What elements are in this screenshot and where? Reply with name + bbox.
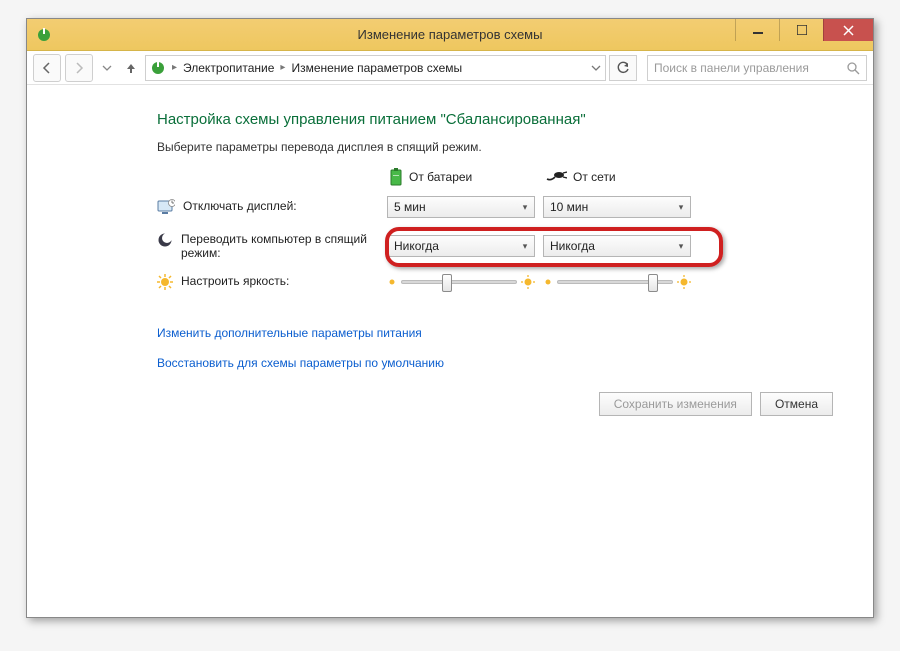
breadcrumb-separator: ▸ bbox=[280, 62, 285, 73]
chevron-down-icon[interactable] bbox=[591, 63, 601, 73]
slider-track[interactable] bbox=[557, 280, 673, 284]
chevron-down-icon: ▾ bbox=[672, 197, 690, 217]
save-button[interactable]: Сохранить изменения bbox=[599, 392, 752, 416]
power-icon bbox=[150, 60, 166, 76]
breadcrumb-2[interactable]: Изменение параметров схемы bbox=[291, 61, 462, 75]
breadcrumb-separator: ▸ bbox=[172, 62, 177, 73]
sleep-battery-value: Никогда bbox=[394, 239, 439, 253]
row-display-off-label: Отключать дисплей: bbox=[183, 199, 297, 213]
display-off-mains-value: 10 мин bbox=[550, 200, 588, 214]
sleep-mains-select[interactable]: Никогда ▾ bbox=[543, 235, 691, 257]
sun-big-icon bbox=[677, 275, 691, 289]
brightness-mains-slider[interactable] bbox=[543, 275, 691, 289]
cancel-button[interactable]: Отмена bbox=[760, 392, 833, 416]
maximize-button[interactable] bbox=[779, 19, 823, 41]
close-button[interactable] bbox=[823, 19, 873, 41]
link-restore-defaults[interactable]: Восстановить для схемы параметры по умол… bbox=[157, 356, 853, 370]
search-box[interactable] bbox=[647, 55, 867, 81]
breadcrumb-1[interactable]: Электропитание bbox=[183, 61, 274, 75]
sun-small-icon bbox=[543, 277, 553, 287]
search-icon bbox=[846, 61, 860, 75]
refresh-button[interactable] bbox=[609, 55, 637, 81]
column-mains: От сети bbox=[543, 170, 699, 184]
button-row: Сохранить изменения Отмена bbox=[157, 392, 853, 416]
sleep-battery-select[interactable]: Никогда ▾ bbox=[387, 235, 535, 257]
row-brightness-label: Настроить яркость: bbox=[181, 274, 289, 288]
slider-track[interactable] bbox=[401, 280, 517, 284]
page-subheading: Выберите параметры перевода дисплея в сп… bbox=[157, 140, 853, 154]
brightness-battery-slider[interactable] bbox=[387, 275, 535, 289]
titlebar[interactable]: Изменение параметров схемы bbox=[27, 19, 873, 51]
slider-thumb[interactable] bbox=[442, 274, 452, 292]
window: Изменение параметров схемы ▸ Электропита… bbox=[26, 18, 874, 618]
link-advanced-settings[interactable]: Изменить дополнительные параметры питани… bbox=[157, 326, 853, 340]
sleep-mains-value: Никогда bbox=[550, 239, 595, 253]
sun-icon bbox=[157, 274, 173, 290]
row-sleep: Переводить компьютер в спящий режим: Ник… bbox=[157, 232, 853, 260]
row-sleep-label: Переводить компьютер в спящий режим: bbox=[181, 232, 371, 260]
content-area: Настройка схемы управления питанием "Сба… bbox=[27, 85, 873, 416]
address-bar[interactable]: ▸ Электропитание ▸ Изменение параметров … bbox=[145, 55, 606, 81]
chevron-down-icon: ▾ bbox=[516, 197, 534, 217]
app-icon bbox=[35, 26, 53, 44]
plug-icon bbox=[545, 170, 567, 184]
row-display-off: Отключать дисплей: 5 мин ▾ 10 мин ▾ bbox=[157, 196, 853, 218]
links: Изменить дополнительные параметры питани… bbox=[157, 326, 853, 370]
display-off-battery-value: 5 мин bbox=[394, 200, 426, 214]
column-headers: От батареи От сети bbox=[157, 168, 853, 186]
sun-big-icon bbox=[521, 275, 535, 289]
navbar: ▸ Электропитание ▸ Изменение параметров … bbox=[27, 51, 873, 85]
slider-thumb[interactable] bbox=[648, 274, 658, 292]
chevron-down-icon: ▾ bbox=[672, 236, 690, 256]
chevron-down-icon: ▾ bbox=[516, 236, 534, 256]
search-input[interactable] bbox=[654, 61, 846, 75]
column-battery: От батареи bbox=[387, 168, 543, 186]
monitor-icon bbox=[157, 199, 175, 215]
forward-button[interactable] bbox=[65, 54, 93, 82]
page-heading: Настройка схемы управления питанием "Сба… bbox=[157, 111, 853, 128]
display-off-mains-select[interactable]: 10 мин ▾ bbox=[543, 196, 691, 218]
moon-icon bbox=[157, 232, 173, 248]
minimize-button[interactable] bbox=[735, 19, 779, 41]
up-button[interactable] bbox=[121, 54, 141, 82]
battery-icon bbox=[389, 168, 403, 186]
recent-dropdown[interactable] bbox=[97, 54, 117, 82]
column-battery-label: От батареи bbox=[409, 170, 472, 184]
back-button[interactable] bbox=[33, 54, 61, 82]
display-off-battery-select[interactable]: 5 мин ▾ bbox=[387, 196, 535, 218]
sun-small-icon bbox=[387, 277, 397, 287]
column-mains-label: От сети bbox=[573, 170, 616, 184]
window-buttons bbox=[735, 19, 873, 41]
row-brightness: Настроить яркость: bbox=[157, 274, 853, 290]
